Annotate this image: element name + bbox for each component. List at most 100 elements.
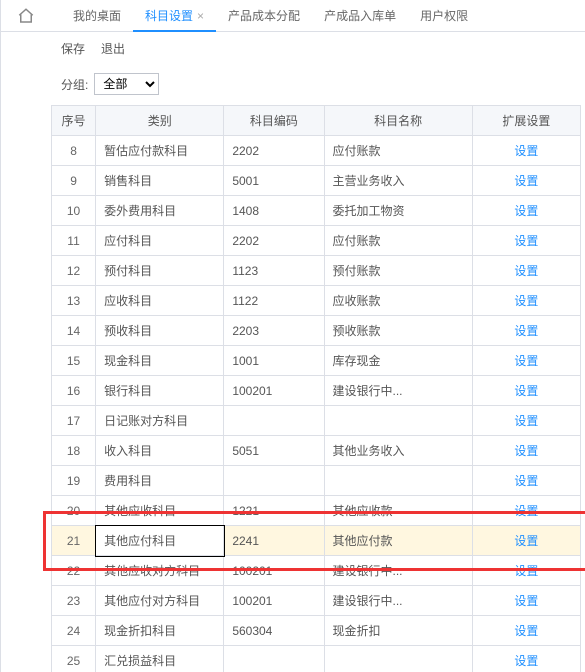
settings-link[interactable]: 设置 [514, 204, 538, 218]
cell-code[interactable]: 1001 [224, 346, 324, 376]
cell-category[interactable]: 费用科目 [96, 466, 224, 496]
tab-3[interactable]: 产成品入库单 [312, 0, 408, 32]
tab-4[interactable]: 用户权限 [408, 0, 480, 32]
cell-code[interactable] [224, 646, 324, 672]
cell-category[interactable]: 其他应付科目 [96, 526, 224, 556]
cell-name[interactable]: 应付账款 [324, 226, 472, 256]
cell-category[interactable]: 现金折扣科目 [96, 616, 224, 646]
table-row[interactable]: 9销售科目5001主营业务收入设置 [52, 166, 581, 196]
cell-code[interactable]: 2203 [224, 316, 324, 346]
table-row[interactable]: 20其他应收科目1221其他应收款设置 [52, 496, 581, 526]
cell-category[interactable]: 现金科目 [96, 346, 224, 376]
cell-category[interactable]: 委外费用科目 [96, 196, 224, 226]
cell-code[interactable]: 1122 [224, 286, 324, 316]
cell-code[interactable]: 1408 [224, 196, 324, 226]
cell-category[interactable]: 日记账对方科目 [96, 406, 224, 436]
table-row[interactable]: 14预收科目2203预收账款设置 [52, 316, 581, 346]
cell-category[interactable]: 销售科目 [96, 166, 224, 196]
cell-name[interactable]: 建设银行中... [324, 586, 472, 616]
table-row[interactable]: 12预付科目1123预付账款设置 [52, 256, 581, 286]
close-icon[interactable]: × [197, 9, 204, 23]
cell-name[interactable]: 建设银行中... [324, 376, 472, 406]
table-row[interactable]: 24现金折扣科目560304现金折扣设置 [52, 616, 581, 646]
settings-link[interactable]: 设置 [514, 564, 538, 578]
settings-link[interactable]: 设置 [514, 384, 538, 398]
cell-category[interactable]: 预收科目 [96, 316, 224, 346]
table-row[interactable]: 23其他应付对方科目100201建设银行中...设置 [52, 586, 581, 616]
table-row[interactable]: 17日记账对方科目设置 [52, 406, 581, 436]
settings-link[interactable]: 设置 [514, 444, 538, 458]
settings-link[interactable]: 设置 [514, 504, 538, 518]
cell-code[interactable]: 5051 [224, 436, 324, 466]
table-row[interactable]: 16银行科目100201建设银行中...设置 [52, 376, 581, 406]
tab-2[interactable]: 产品成本分配 [216, 0, 312, 32]
settings-link[interactable]: 设置 [514, 534, 538, 548]
settings-link[interactable]: 设置 [514, 264, 538, 278]
cell-name[interactable]: 库存现金 [324, 346, 472, 376]
cell-code[interactable]: 560304 [224, 616, 324, 646]
cell-category[interactable]: 应收科目 [96, 286, 224, 316]
table-row[interactable]: 19费用科目设置 [52, 466, 581, 496]
cell-code[interactable]: 2202 [224, 136, 324, 166]
cell-category[interactable]: 预付科目 [96, 256, 224, 286]
cell-code[interactable]: 2202 [224, 226, 324, 256]
save-button[interactable]: 保存 [61, 40, 85, 57]
cell-category[interactable]: 其他应收对方科目 [96, 556, 224, 586]
cell-category[interactable]: 银行科目 [96, 376, 224, 406]
home-icon[interactable] [1, 0, 51, 32]
settings-link[interactable]: 设置 [514, 624, 538, 638]
cell-category[interactable]: 收入科目 [96, 436, 224, 466]
table-row[interactable]: 21其他应付科目2241其他应付款设置 [52, 526, 581, 556]
settings-link[interactable]: 设置 [514, 174, 538, 188]
cell-name[interactable]: 主营业务收入 [324, 166, 472, 196]
settings-link[interactable]: 设置 [514, 474, 538, 488]
cell-name[interactable] [324, 646, 472, 672]
settings-link[interactable]: 设置 [514, 324, 538, 338]
cell-code[interactable]: 5001 [224, 166, 324, 196]
cell-code[interactable]: 1221 [224, 496, 324, 526]
tab-0[interactable]: 我的桌面 [61, 0, 133, 32]
cell-name[interactable]: 应付账款 [324, 136, 472, 166]
cell-name[interactable]: 应收账款 [324, 286, 472, 316]
cell-code[interactable]: 100201 [224, 376, 324, 406]
cell-name[interactable] [324, 466, 472, 496]
settings-link[interactable]: 设置 [514, 234, 538, 248]
exit-button[interactable]: 退出 [101, 40, 125, 57]
cell-category[interactable]: 汇兑损益科目 [96, 646, 224, 672]
settings-link[interactable]: 设置 [514, 414, 538, 428]
cell-category[interactable]: 应付科目 [96, 226, 224, 256]
cell-code[interactable]: 2241 [224, 526, 324, 556]
cell-name[interactable]: 其他业务收入 [324, 436, 472, 466]
table-row[interactable]: 13应收科目1122应收账款设置 [52, 286, 581, 316]
cell-name[interactable]: 预付账款 [324, 256, 472, 286]
cell-code[interactable]: 100201 [224, 586, 324, 616]
settings-link[interactable]: 设置 [514, 654, 538, 668]
cell-name[interactable]: 委托加工物资 [324, 196, 472, 226]
cell-name[interactable]: 建设银行中... [324, 556, 472, 586]
table-row[interactable]: 15现金科目1001库存现金设置 [52, 346, 581, 376]
table-row[interactable]: 8暂估应付款科目2202应付账款设置 [52, 136, 581, 166]
settings-link[interactable]: 设置 [514, 294, 538, 308]
group-select[interactable]: 全部 [94, 73, 159, 95]
cell-code[interactable] [224, 406, 324, 436]
table-row[interactable]: 22其他应收对方科目100201建设银行中...设置 [52, 556, 581, 586]
cell-category[interactable]: 暂估应付款科目 [96, 136, 224, 166]
tab-1[interactable]: 科目设置× [133, 0, 216, 32]
cell-name[interactable]: 现金折扣 [324, 616, 472, 646]
cell-code[interactable]: 1123 [224, 256, 324, 286]
table-row[interactable]: 18收入科目5051其他业务收入设置 [52, 436, 581, 466]
table-row[interactable]: 25汇兑损益科目设置 [52, 646, 581, 672]
cell-category[interactable]: 其他应收科目 [96, 496, 224, 526]
settings-link[interactable]: 设置 [514, 594, 538, 608]
settings-link[interactable]: 设置 [514, 144, 538, 158]
cell-category[interactable]: 其他应付对方科目 [96, 586, 224, 616]
settings-link[interactable]: 设置 [514, 354, 538, 368]
table-row[interactable]: 10委外费用科目1408委托加工物资设置 [52, 196, 581, 226]
cell-name[interactable] [324, 406, 472, 436]
cell-name[interactable]: 其他应付款 [324, 526, 472, 556]
cell-name[interactable]: 预收账款 [324, 316, 472, 346]
cell-name[interactable]: 其他应收款 [324, 496, 472, 526]
cell-code[interactable]: 100201 [224, 556, 324, 586]
table-row[interactable]: 11应付科目2202应付账款设置 [52, 226, 581, 256]
cell-code[interactable] [224, 466, 324, 496]
